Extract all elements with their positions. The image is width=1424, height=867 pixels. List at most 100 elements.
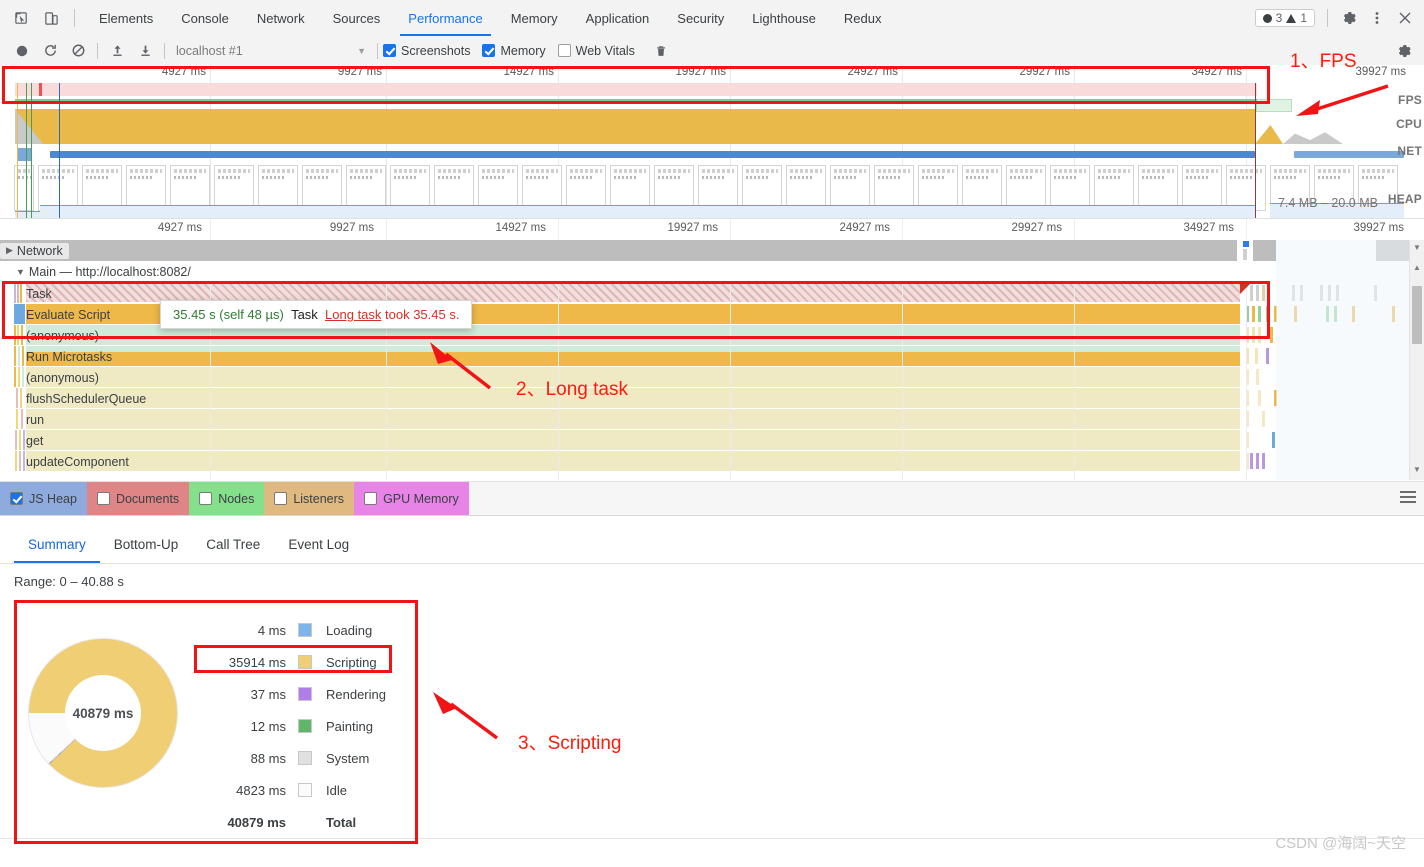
counter-documents[interactable]: Documents (86, 482, 190, 515)
flame-row[interactable]: Run Microtasks (0, 346, 1410, 367)
scrollbar-thumb[interactable] (1412, 286, 1422, 344)
ruler-tick: 19927 ms (667, 222, 718, 234)
fps-band (15, 83, 1257, 96)
tabbar-left-icons (0, 0, 85, 36)
flame-left-stripes (14, 367, 26, 387)
tab-network[interactable]: Network (243, 0, 319, 36)
target-select[interactable]: localhost #1 ▼ (170, 41, 372, 61)
tab-performance[interactable]: Performance (394, 0, 496, 36)
legend-label: Loading (326, 622, 373, 638)
tab-label: Call Tree (206, 536, 261, 552)
flame-bar-run-microtasks[interactable] (26, 352, 1240, 366)
track-header-main[interactable]: ▼ Main — http://localhost:8082/ (0, 261, 1410, 283)
tabbar-divider (74, 9, 75, 27)
flame-row[interactable]: flushSchedulerQueue (0, 388, 1410, 409)
overview-tick: 19927 ms (675, 66, 726, 78)
track-label: Main — http://localhost:8082/ (28, 265, 191, 279)
track-header-network[interactable]: ▶ Network (0, 240, 1410, 261)
flame-scrollbar[interactable]: ▼ ▲ ▼ (1409, 240, 1424, 480)
legend-row-painting[interactable]: 12 ms Painting (194, 710, 408, 742)
timeline-ruler: 4927 ms 9927 ms 14927 ms 19927 ms 24927 … (0, 218, 1424, 242)
tab-call-tree[interactable]: Call Tree (192, 525, 274, 563)
flame-left-stripes (14, 304, 26, 324)
flame-bar-flushschedulerqueue[interactable] (26, 388, 1240, 408)
device-toolbar-icon[interactable] (38, 5, 64, 31)
tab-sources[interactable]: Sources (319, 0, 395, 36)
tab-memory[interactable]: Memory (497, 0, 572, 36)
tab-redux[interactable]: Redux (830, 0, 896, 36)
tab-application[interactable]: Application (572, 0, 664, 36)
inspect-element-icon[interactable] (8, 5, 34, 31)
legend-swatch (298, 623, 312, 637)
net-request-bar (50, 151, 1255, 158)
activity-donut-chart[interactable]: 40879 ms (28, 638, 178, 788)
counters-menu-icon[interactable] (1400, 491, 1416, 506)
flame-bar-anonymous[interactable] (26, 367, 1240, 387)
issues-counter[interactable]: 3 1 (1254, 9, 1315, 27)
flame-row[interactable]: updateComponent (0, 451, 1410, 472)
checkbox-web-vitals[interactable]: Web Vitals (557, 44, 635, 58)
legend-row-system[interactable]: 88 ms System (194, 742, 408, 774)
checkbox-box (96, 492, 110, 505)
flame-bar-updatecomponent[interactable] (26, 451, 1240, 471)
checkbox-memory[interactable]: Memory (482, 44, 546, 58)
cpu-activity-area (15, 109, 1255, 144)
scroll-down-icon[interactable]: ▼ (1410, 240, 1424, 254)
ruler-tick: 39927 ms (1353, 222, 1404, 234)
annotation-label-fps: 1、FPS (1290, 51, 1357, 72)
kebab-menu-icon[interactable] (1364, 5, 1390, 31)
legend-label: System (326, 750, 370, 766)
checkbox-screenshots[interactable]: Screenshots (383, 44, 470, 58)
legend-value: 37 ms (250, 686, 286, 702)
tabbar-right-icons: 3 1 (1254, 0, 1424, 36)
overview-tick: 39927 ms (1355, 66, 1406, 78)
legend-row-scripting[interactable]: 35914 ms Scripting (194, 646, 408, 678)
save-profile-icon[interactable] (131, 39, 159, 63)
legend-row-rendering[interactable]: 37 ms Rendering (194, 678, 408, 710)
tooltip-long-task-link[interactable]: Long task (325, 307, 381, 322)
load-profile-icon[interactable] (103, 39, 131, 63)
counter-gpu-memory[interactable]: GPU Memory (354, 482, 469, 515)
close-icon[interactable] (1392, 5, 1418, 31)
clear-recording-icon[interactable] (64, 39, 92, 63)
flame-chart[interactable]: ▶ Network ▼ Main — http://localhost:8082… (0, 240, 1410, 480)
tab-lighthouse[interactable]: Lighthouse (738, 0, 830, 36)
flame-row[interactable]: get (0, 430, 1410, 451)
track-label: Network (16, 243, 63, 258)
reload-record-icon[interactable] (36, 39, 64, 63)
flame-left-stripes (14, 325, 26, 345)
overview-ruler: 4927 ms 9927 ms 14927 ms 19927 ms 24927 … (0, 65, 1424, 82)
tooltip-event-name: Task (291, 307, 318, 322)
tab-bottom-up[interactable]: Bottom-Up (100, 525, 193, 563)
tab-summary[interactable]: Summary (14, 525, 100, 563)
legend-row-loading[interactable]: 4 ms Loading (194, 614, 408, 646)
tab-console[interactable]: Console (167, 0, 243, 36)
legend-value: 88 ms (250, 750, 286, 766)
record-circle-icon[interactable] (8, 39, 36, 63)
flame-row[interactable]: run (0, 409, 1410, 430)
scroll-up-icon[interactable]: ▲ (1410, 260, 1424, 274)
tab-event-log[interactable]: Event Log (274, 525, 363, 563)
legend-row-idle[interactable]: 4823 ms Idle (194, 774, 408, 806)
toolbar-divider-1 (97, 42, 98, 59)
tab-elements[interactable]: Elements (85, 0, 167, 36)
heap-usage-area (40, 205, 1255, 218)
flame-bar-run[interactable] (26, 409, 1240, 429)
flame-row[interactable]: (anonymous) (0, 367, 1410, 388)
legend-value: 12 ms (250, 718, 286, 734)
tab-security[interactable]: Security (663, 0, 738, 36)
range-label: Range: 0 – 40.88 s (14, 574, 124, 589)
trash-icon[interactable] (647, 39, 675, 63)
capture-settings-gear-icon[interactable] (1390, 39, 1418, 63)
counter-nodes[interactable]: Nodes (189, 482, 265, 515)
flame-bar-get[interactable] (26, 430, 1240, 450)
legend-total-value: 40879 ms (227, 814, 286, 830)
fps-marker (39, 83, 42, 96)
flame-left-stripes (14, 283, 26, 303)
checkbox-label: Screenshots (401, 43, 471, 58)
counter-js-heap[interactable]: JS Heap (0, 482, 87, 515)
timeline-overview[interactable]: 4927 ms 9927 ms 14927 ms 19927 ms 24927 … (0, 65, 1424, 218)
gear-icon[interactable] (1336, 5, 1362, 31)
counter-listeners[interactable]: Listeners (264, 482, 355, 515)
scroll-down-icon[interactable]: ▼ (1410, 462, 1424, 476)
